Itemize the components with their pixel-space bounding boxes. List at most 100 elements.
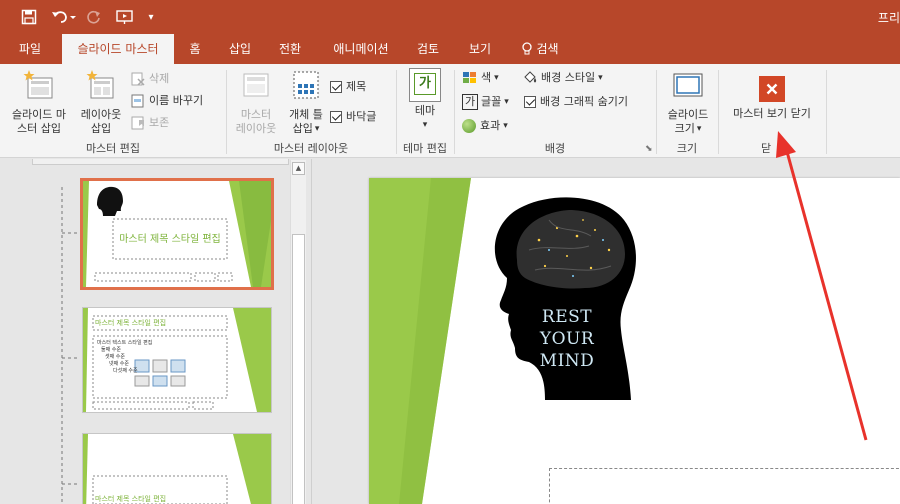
tab-home[interactable]: 홈 [180, 34, 210, 64]
thumbnail-level-2: 둘째 수준 [101, 347, 121, 353]
tab-tell-me[interactable]: 검색 [514, 34, 566, 64]
insert-slide-master-label-1: 슬라이드 마 [11, 108, 67, 121]
effects-button[interactable]: 효과 ▾ [462, 117, 508, 135]
ribbon: 슬라이드 마 스터 삽입 레이아웃 삽입 삭제 이름 바꾸기 보존 마스터 편집… [0, 64, 900, 158]
theme-icon: 가 [409, 68, 441, 102]
thumbnail-title: 마스터 제목 스타일 편집 [95, 319, 167, 327]
ribbon-tabs: 파일 슬라이드 마스터 홈 삽입 전환 애니메이션 검토 보기 검색 [0, 34, 900, 64]
slide-thumbnail-pane: 마스터 제목 스타일 편집 마스터 제목 스타일 편집 마스터 텍스트 스타일 … [0, 159, 311, 504]
tab-file[interactable]: 파일 [6, 34, 54, 64]
slide-thumbnail-layout-2[interactable]: 마스터 제목 스타일 편집 [82, 433, 272, 504]
slide-size-row: 크기 ▾ [660, 122, 716, 136]
dropdown-arrow-icon: ▾ [503, 121, 508, 131]
group-label-close: 닫 [760, 142, 772, 155]
background-styles-label: 배경 스타일 [541, 71, 596, 84]
thumbnail-scrollbar[interactable]: ▲ [290, 160, 306, 504]
undo-icon[interactable] [50, 7, 78, 27]
dropdown-arrow-icon: ▾ [504, 97, 509, 107]
footer-checkbox[interactable]: 바닥글 [330, 108, 376, 126]
master-layout-label-2: 레이아웃 [235, 122, 277, 135]
thumbnail-level-3: 셋째 수준 [105, 354, 125, 360]
rest-your-mind-text: REST YOUR MIND [535, 306, 599, 372]
insert-placeholder-label-2: 삽입 [292, 122, 313, 135]
insert-placeholder-button[interactable]: 개체 틀 삽입 ▾ [284, 68, 328, 136]
insert-layout-button[interactable]: 레이아웃 삽입 [74, 68, 128, 136]
insert-slide-master-label-2: 스터 삽입 [17, 122, 61, 135]
colors-button[interactable]: 색 ▾ [462, 69, 499, 87]
group-label-theme-edit: 테마 편집 [403, 142, 447, 155]
thumbnail-level-4: 넷째 수준 [109, 361, 129, 367]
preserve-icon [131, 116, 144, 130]
thumbnail-title: 마스터 제목 스타일 편집 [95, 495, 167, 503]
slide-size-button[interactable]: 슬라이드 크기 ▾ [660, 68, 716, 136]
paint-bucket-icon [524, 71, 537, 83]
slide-thumbnail-layout-1[interactable]: 마스터 제목 스타일 편집 마스터 텍스트 스타일 편집 둘째 수준 셋째 수준… [82, 307, 272, 413]
master-layout-label-1: 마스터 [240, 108, 272, 121]
title-check-icon [330, 81, 342, 93]
thumbnail-body-text: 마스터 텍스트 스타일 편집 [97, 340, 153, 346]
save-icon[interactable] [18, 7, 40, 27]
background-styles-button[interactable]: 배경 스타일 ▾ [522, 69, 603, 87]
theme-button[interactable]: 가 테마 ▾ [402, 68, 448, 132]
delete-label: 삭제 [149, 72, 170, 85]
slideshow-icon[interactable] [114, 7, 136, 27]
insert-slide-master-button[interactable]: 슬라이드 마 스터 삽입 [4, 68, 74, 136]
slide-canvas[interactable]: REST YOUR MIND [369, 178, 900, 504]
theme-label: 테마 [414, 104, 436, 117]
slide-thumbnail-master[interactable]: 마스터 제목 스타일 편집 [80, 178, 274, 290]
content-placeholder[interactable] [549, 468, 900, 504]
slide-size-icon [673, 73, 703, 97]
title-bar: ▾ 프리 [0, 0, 900, 34]
close-icon [759, 76, 785, 102]
effects-label: 효과 [480, 119, 501, 132]
insert-layout-label-2: 삽입 [90, 122, 112, 135]
tab-view[interactable]: 보기 [460, 34, 500, 64]
thumbnail-title: 마스터 제목 스타일 편집 [119, 234, 221, 245]
footer-check-label: 바닥글 [346, 110, 377, 123]
dropdown-arrow-icon: ▾ [598, 73, 603, 83]
close-master-view-button[interactable]: 마스터 보기 닫기 [724, 68, 820, 121]
dropdown-arrow-icon: ▾ [494, 73, 499, 83]
rename-button[interactable]: 이름 바꾸기 [130, 92, 203, 110]
preserve-label: 보존 [149, 116, 170, 129]
insert-placeholder-row: 삽입 ▾ [284, 122, 328, 136]
tab-slide-master[interactable]: 슬라이드 마스터 [62, 34, 174, 64]
dropdown-arrow-icon: ▾ [422, 120, 428, 130]
master-layout-button[interactable]: 마스터 레이아웃 [230, 68, 282, 136]
scroll-up-icon[interactable]: ▲ [292, 162, 305, 175]
hide-background-graphics-label: 배경 그래픽 숨기기 [540, 95, 628, 108]
insert-layout-label-1: 레이아웃 [80, 108, 122, 121]
hide-bg-check-icon [524, 96, 536, 108]
delete-button[interactable]: 삭제 [130, 70, 169, 88]
rename-icon [131, 94, 144, 108]
insert-slide-master-icon [23, 70, 53, 99]
title-check-label: 제목 [346, 80, 367, 93]
thumbnail-body: 마스터 텍스트 스타일 편집 둘째 수준 셋째 수준 넷째 수준 다섯째 수준 [97, 340, 152, 375]
effects-icon [462, 119, 476, 133]
ribbon-separator [826, 70, 827, 154]
colors-label: 색 [481, 71, 492, 84]
app-title: 프리 [877, 11, 900, 25]
theme-icon-text: 가 [414, 73, 436, 95]
dialog-launcher-icon[interactable]: ⬊ [645, 144, 653, 154]
close-master-view-label: 마스터 보기 닫기 [733, 107, 811, 120]
scroll-thumb[interactable] [292, 234, 305, 504]
tab-animations[interactable]: 애니메이션 [324, 34, 398, 64]
image-text-line-1: REST [541, 307, 593, 327]
fonts-icon: 가 [462, 94, 478, 110]
hide-background-graphics-checkbox[interactable]: 배경 그래픽 숨기기 [524, 93, 628, 111]
image-text-line-3: MIND [539, 351, 595, 371]
tab-insert[interactable]: 삽입 [222, 34, 258, 64]
group-label-background: 배경 [544, 142, 566, 155]
redo-icon[interactable] [84, 7, 104, 27]
fonts-button[interactable]: 가 글꼴 ▾ [462, 93, 509, 111]
tab-transitions[interactable]: 전환 [272, 34, 308, 64]
title-checkbox[interactable]: 제목 [330, 78, 366, 96]
thumbnail-tree-lines [61, 187, 80, 504]
tab-review[interactable]: 검토 [410, 34, 446, 64]
insert-placeholder-label-1: 개체 틀 [289, 108, 323, 121]
preserve-button[interactable]: 보존 [130, 114, 169, 132]
insert-layout-icon [86, 70, 114, 99]
group-label-size: 크기 [676, 142, 698, 155]
customize-qat-icon[interactable]: ▾ [144, 7, 158, 27]
